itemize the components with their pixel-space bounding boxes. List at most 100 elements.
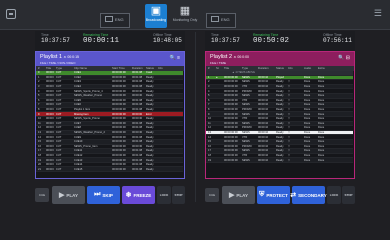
table-cell: Ready <box>276 158 284 162</box>
table-cell: CUE10 <box>74 140 83 144</box>
table-cell: 00:00:00:00 <box>112 149 126 153</box>
screen-label: ENG <box>221 17 230 22</box>
table-cell: Ready <box>146 85 154 89</box>
table-cell: 20 <box>38 163 41 167</box>
table-cell: 00:00:00:00 <box>112 131 126 135</box>
table-cell: CUT <box>56 85 62 89</box>
table-cell: PROMO <box>242 108 252 112</box>
play-button[interactable]: ▶ PLAY <box>222 186 255 204</box>
table-cell: 00:00:00:00 <box>112 153 126 157</box>
stop-button[interactable]: STOP <box>342 186 355 204</box>
table-row[interactable]: 19 00:00:00:00 NEWS 00:00:10 Ready ▽ Done Done <box>206 158 353 163</box>
table-cell: Ready <box>276 89 284 93</box>
table-cell: 00:00:10 <box>258 80 269 84</box>
playlist-badge: ⏶ 00:0:00 <box>233 55 249 59</box>
button-label: SKIP <box>102 192 113 198</box>
table-cell: Done <box>304 121 311 125</box>
table-cell: 00:00:00:00 <box>224 153 238 157</box>
table-cell: 00:00:10 <box>258 131 269 135</box>
table-cell: 00:00:00:00 <box>112 103 126 107</box>
playlist-tools[interactable]: 🔍 ⊟ <box>338 55 350 61</box>
table-cell: ▲ 4 ITEMS ABOVE <box>232 71 255 75</box>
protect-button[interactable]: ⛨ PROTECT <box>257 186 290 204</box>
table-cell: ● <box>216 75 218 79</box>
left-screen-selector[interactable]: ENG <box>100 13 130 28</box>
table-cell: CUT <box>56 167 62 171</box>
table-cell: Error <box>146 112 152 116</box>
table-cell: 00:00:10 <box>258 121 269 125</box>
skip-icon: ⏭ <box>94 191 101 198</box>
table-cell: 18 <box>38 153 41 157</box>
remaining-clock: Remaining Time 00:00:11 <box>83 33 119 45</box>
playlist-rows: 000:00:00:00CUTCUE100:00:00:0000:01:08Cu… <box>36 71 183 173</box>
offline-clock: Offline Time 10:48:05 <box>153 33 182 45</box>
table-cell: 00:00:00:00 <box>112 144 126 148</box>
table-cell: CUE3 <box>74 80 81 84</box>
menu-icon[interactable]: ☰ <box>374 8 382 19</box>
table-cell: Done <box>304 108 311 112</box>
table-cell: CUE6 <box>74 103 81 107</box>
table-cell: 19 <box>38 158 41 162</box>
table-cell: Done <box>304 112 311 116</box>
table-cell: Done <box>304 117 311 121</box>
lock-button[interactable]: LOCK <box>327 186 341 204</box>
shield-icon: ⛨ <box>259 191 265 198</box>
table-cell: 3 <box>38 85 40 89</box>
table-cell: 00:00:00:00 <box>46 117 54 121</box>
mode-monitoring-only[interactable]: ▦ Monitoring Only <box>170 4 200 28</box>
table-cell: CUT <box>56 103 62 107</box>
mode-broadcasting[interactable]: ▣ Broadcasting <box>145 4 167 28</box>
playlist-title-text: Playlist 1 <box>40 54 63 60</box>
table-cell: Ready <box>146 126 154 130</box>
table-cell: CUT <box>56 112 62 116</box>
table-cell: Done <box>318 85 325 89</box>
table-cell: Done <box>318 153 325 157</box>
cue-button[interactable]: CUE <box>35 188 49 202</box>
table-cell: ▽ <box>288 135 290 139</box>
skip-button[interactable]: ⏭ SKIP <box>87 186 120 204</box>
table-cell: NEWS <box>242 149 250 153</box>
table-cell: Ready <box>276 140 284 144</box>
button-label: SECONDARY <box>298 192 327 198</box>
table-cell: NEWS_Sports_Promo_4 <box>74 89 103 93</box>
table-cell: ▽ <box>288 126 290 130</box>
lock-button[interactable]: LOCK <box>157 186 171 204</box>
playlist-title: Playlist 2 ⏶ 00:0:00 <box>210 54 249 60</box>
broadcast-icon: ▣ <box>150 5 162 17</box>
table-cell: 00:00:00:00 <box>224 94 238 98</box>
table-cell: Ready <box>146 94 154 98</box>
table-cell: 00:00:00:00 <box>224 80 238 84</box>
table-cell: 00:00:00:00 <box>46 98 54 102</box>
table-cell: NEWS <box>242 112 250 116</box>
table-cell: Done <box>318 75 325 79</box>
table-cell: 00:00:00:00 <box>112 75 126 79</box>
table-cell: 00:00:30 <box>132 94 143 98</box>
clock-value: 10:48:05 <box>153 37 182 44</box>
play-icon: ▶ <box>229 192 235 199</box>
table-cell: 00:00:00:00 <box>112 121 126 125</box>
secondary-button[interactable]: ⇄ SECONDARY <box>290 186 327 204</box>
table-cell: Ready <box>146 140 154 144</box>
table-cell: 12 <box>208 126 211 130</box>
table-row[interactable]: 2100:00:00:00CUTCUE1500:00:00:0000:01:08… <box>36 167 183 173</box>
table-cell: ▽ <box>288 80 290 84</box>
right-screen-selector[interactable]: ENG <box>206 13 236 28</box>
stop-button[interactable]: STOP <box>172 186 185 204</box>
table-cell: 00:01:08 <box>132 140 143 144</box>
table-cell: 16 <box>38 144 41 148</box>
playlist-tools[interactable]: 🔍 ≡ <box>169 55 180 61</box>
cue-button[interactable]: CUE <box>205 188 219 202</box>
table-cell: 00:00:00:00 <box>112 112 126 116</box>
table-cell: Ready <box>146 158 154 162</box>
mode-label: Broadcasting <box>145 18 167 22</box>
right-playbar: CUE ▶ PLAY ⛨ PROTECT ⇄ SECONDARY LOCK STOP <box>205 186 355 206</box>
remaining-clock: Remaining Time 00:50:02 <box>253 33 289 45</box>
table-cell: NEWS <box>242 121 250 125</box>
play-button[interactable]: ▶ PLAY <box>52 186 85 204</box>
table-cell: 16 <box>208 144 211 148</box>
table-cell: Ready <box>146 153 154 157</box>
table-cell: 00:00:00:00 <box>46 80 54 84</box>
clock-value: 07:56:11 <box>323 37 352 44</box>
table-cell: 00:00:10 <box>258 126 269 130</box>
freeze-button[interactable]: ❄ FREEZE <box>122 186 155 204</box>
